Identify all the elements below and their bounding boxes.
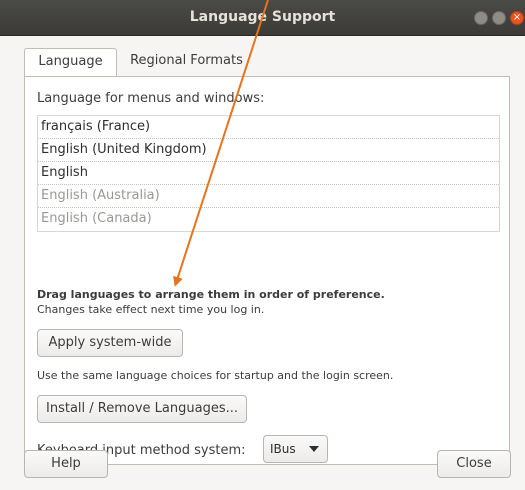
list-item[interactable]: English (Australia) (38, 185, 499, 208)
window-title: Language Support (189, 9, 336, 25)
apply-system-wide-button[interactable]: Apply system-wide (37, 329, 183, 357)
dialog-content: Language Regional Formats Language for m… (0, 36, 525, 490)
keyboard-input-select[interactable]: IBus (263, 435, 328, 463)
close-button[interactable]: Close (437, 450, 511, 478)
list-item[interactable]: English (38, 162, 499, 185)
drag-hint: Drag languages to arrange them in order … (37, 288, 385, 301)
install-remove-languages-button[interactable]: Install / Remove Languages... (37, 395, 247, 423)
list-item[interactable]: français (France) (38, 116, 499, 139)
tab-language[interactable]: Language (24, 48, 117, 76)
list-item[interactable]: English (Canada) (38, 208, 499, 231)
minimize-icon[interactable] (474, 11, 488, 25)
help-button[interactable]: Help (24, 450, 108, 478)
changes-hint: Changes take effect next time you log in… (37, 303, 265, 316)
apply-note: Use the same language choices for startu… (37, 369, 394, 382)
title-bar[interactable]: Language Support × (0, 0, 525, 36)
section-label: Language for menus and windows: (37, 91, 265, 106)
language-panel: Language for menus and windows: français… (24, 76, 510, 465)
close-icon[interactable]: × (510, 11, 524, 25)
maximize-icon[interactable] (492, 11, 506, 25)
language-list[interactable]: français (France) English (United Kingdo… (37, 115, 500, 232)
tab-regional-formats[interactable]: Regional Formats (118, 48, 255, 76)
chevron-down-icon (309, 446, 319, 452)
keyboard-input-value: IBus (270, 442, 296, 456)
language-support-window: Language Support × Language Regional For… (0, 0, 525, 490)
list-item[interactable]: English (United Kingdom) (38, 139, 499, 162)
